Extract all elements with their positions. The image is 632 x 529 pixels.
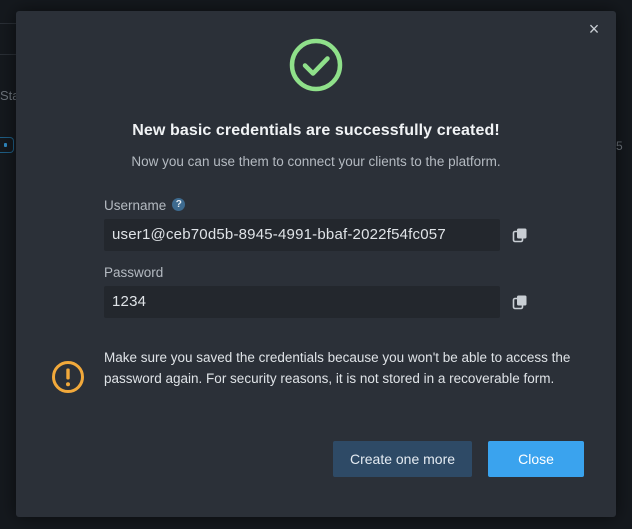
exclamation-circle-icon (52, 361, 84, 393)
username-field[interactable]: user1@ceb70d5b-8945-4991-bbaf-2022f54fc0… (104, 219, 500, 251)
background-divider (0, 23, 16, 24)
check-circle-icon (289, 38, 343, 92)
password-label: Password (104, 265, 164, 280)
warning-message: Make sure you saved the credentials beca… (104, 350, 571, 386)
background-text-fragment: 5 (616, 139, 623, 153)
copy-icon[interactable] (512, 294, 528, 310)
copy-icon[interactable] (512, 227, 528, 243)
help-icon[interactable]: ? (172, 198, 186, 211)
background-divider (0, 54, 16, 55)
background-chip (0, 137, 14, 153)
close-button[interactable]: Close (488, 441, 584, 477)
username-label-text: Username (104, 198, 167, 213)
dialog-title: New basic credentials are successfully c… (132, 122, 500, 139)
credentials-created-dialog: × New basic credentials are successfully… (16, 11, 616, 517)
create-one-more-button[interactable]: Create one more (333, 441, 472, 477)
dialog-subtitle: Now you can use them to connect your cli… (131, 154, 501, 169)
password-field[interactable]: 1234 (104, 286, 500, 318)
username-label: Username? (104, 198, 186, 213)
close-icon[interactable]: × (586, 20, 602, 38)
